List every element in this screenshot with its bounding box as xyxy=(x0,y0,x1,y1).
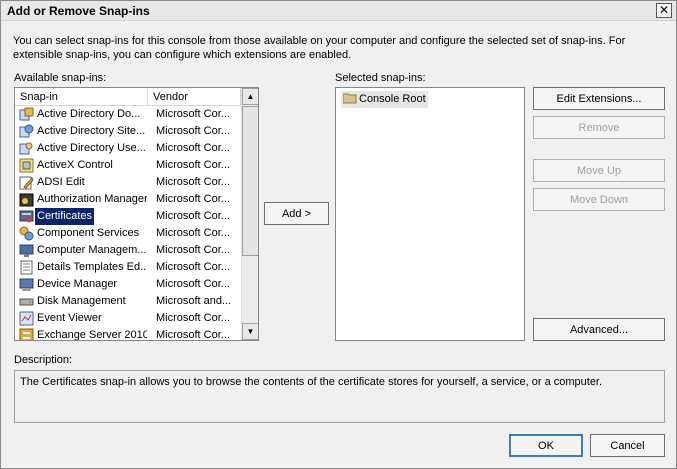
scroll-thumb[interactable] xyxy=(242,106,258,256)
snapin-name: Details Templates Ed... xyxy=(37,261,147,273)
remove-button[interactable]: Remove xyxy=(533,116,665,139)
snapin-vendor: Microsoft Cor... xyxy=(156,108,230,120)
list-header: Snap-in Vendor xyxy=(15,88,241,106)
snapin-vendor: Microsoft Cor... xyxy=(156,312,230,324)
snapin-vendor: Microsoft Cor... xyxy=(156,210,230,222)
snapin-name: Device Manager xyxy=(37,278,118,290)
snapin-name: Certificates xyxy=(35,208,95,225)
snapin-name: Authorization Manager xyxy=(37,193,147,205)
snapin-row[interactable]: ADSI Edit Microsoft Cor... xyxy=(15,174,241,191)
snapin-vendor: Microsoft Cor... xyxy=(156,193,230,205)
move-up-button[interactable]: Move Up xyxy=(533,159,665,182)
snapin-name: ADSI Edit xyxy=(37,176,85,188)
advanced-button[interactable]: Advanced... xyxy=(533,318,665,341)
arrow-down-icon: ▼ xyxy=(246,327,255,336)
ad-sites-icon xyxy=(19,124,34,138)
snapin-name: Component Services xyxy=(37,227,140,239)
available-snapins-label: Available snap-ins: xyxy=(14,72,107,84)
intro-text: You can select snap-ins for this console… xyxy=(13,35,626,61)
event-viewer-icon xyxy=(19,311,34,326)
snapin-dialog: Add or Remove Snap-ins ✕ You can select … xyxy=(0,0,677,469)
snapin-row[interactable]: Exchange Server 2010 Microsoft Cor... xyxy=(15,327,241,341)
snapin-vendor: Microsoft Cor... xyxy=(156,227,230,239)
snapin-row[interactable]: ActiveX Control Microsoft Cor... xyxy=(15,157,241,174)
snapin-name: Event Viewer xyxy=(37,312,102,324)
snapin-name: Active Directory Use... xyxy=(37,142,146,154)
snapin-row[interactable]: Details Templates Ed... Microsoft Cor... xyxy=(15,259,241,276)
description-box: The Certificates snap-in allows you to b… xyxy=(14,370,665,423)
folder-icon xyxy=(343,93,357,104)
activex-icon xyxy=(19,158,34,173)
adsi-edit-icon xyxy=(19,176,34,190)
snapin-name: Active Directory Do... xyxy=(37,108,141,120)
selected-item-console-root[interactable]: Console Root xyxy=(341,91,428,108)
device-manager-icon xyxy=(19,278,34,291)
snapin-row[interactable]: Device Manager Microsoft Cor... xyxy=(15,276,241,293)
disk-icon xyxy=(19,298,34,306)
snapin-vendor: Microsoft Cor... xyxy=(156,261,230,273)
snapin-row[interactable]: Disk Management Microsoft and... xyxy=(15,293,241,310)
close-button[interactable]: ✕ xyxy=(656,3,672,18)
snapin-row[interactable]: Computer Managem... Microsoft Cor... xyxy=(15,242,241,259)
snapin-name: Computer Managem... xyxy=(37,244,147,256)
snapin-rows: Active Directory Do... Microsoft Cor... Ac… xyxy=(15,106,241,341)
computer-management-icon xyxy=(19,244,34,257)
move-down-button[interactable]: Move Down xyxy=(533,188,665,211)
snapin-vendor: Microsoft and... xyxy=(156,295,232,307)
snapin-vendor: Microsoft Cor... xyxy=(156,244,230,256)
arrow-up-icon: ▲ xyxy=(246,92,255,101)
edit-extensions-button[interactable]: Edit Extensions... xyxy=(533,87,665,110)
add-button[interactable]: Add > xyxy=(264,202,329,225)
description-text: The Certificates snap-in allows you to b… xyxy=(20,376,603,388)
ad-users-icon xyxy=(19,142,33,155)
snapin-row[interactable]: Active Directory Use... Microsoft Cor... xyxy=(15,140,241,157)
scroll-down-button[interactable]: ▼ xyxy=(242,323,258,340)
column-header-snapin[interactable]: Snap-in xyxy=(15,88,148,106)
component-services-icon xyxy=(19,226,34,241)
snapin-row[interactable]: Authorization Manager Microsoft Cor... xyxy=(15,191,241,208)
snapin-vendor: Microsoft Cor... xyxy=(156,329,230,341)
certificate-icon xyxy=(19,210,34,223)
dialog-title: Add or Remove Snap-ins xyxy=(7,4,150,18)
templates-icon xyxy=(20,260,33,275)
title-bar[interactable]: Add or Remove Snap-ins ✕ xyxy=(1,1,676,21)
snapin-vendor: Microsoft Cor... xyxy=(156,278,230,290)
exchange-icon xyxy=(19,328,34,340)
column-header-vendor[interactable]: Vendor xyxy=(148,88,241,106)
snapin-name: Exchange Server 2010 xyxy=(37,329,147,341)
authorization-icon xyxy=(19,193,34,207)
selected-snapins-list[interactable]: Console Root xyxy=(335,87,525,341)
selected-snapins-label: Selected snap-ins: xyxy=(335,72,426,84)
snapin-row[interactable]: Certificates Microsoft Cor... xyxy=(15,208,241,225)
scroll-up-button[interactable]: ▲ xyxy=(242,88,258,105)
snapin-row[interactable]: Event Viewer Microsoft Cor... xyxy=(15,310,241,327)
snapin-row[interactable]: Active Directory Do... Microsoft Cor... xyxy=(15,106,241,123)
snapin-vendor: Microsoft Cor... xyxy=(156,125,230,137)
vertical-scrollbar[interactable]: ▲ ▼ xyxy=(241,88,258,340)
ok-button[interactable]: OK xyxy=(509,434,583,457)
snapin-name: ActiveX Control xyxy=(37,159,113,171)
snapin-row[interactable]: Active Directory Site... Microsoft Cor... xyxy=(15,123,241,140)
snapin-vendor: Microsoft Cor... xyxy=(156,142,230,154)
available-snapins-list[interactable]: Snap-in Vendor Active Directory Do... Mic… xyxy=(14,87,259,341)
selected-item-label: Console Root xyxy=(359,93,426,105)
snapin-name: Active Directory Site... xyxy=(37,125,146,137)
close-icon: ✕ xyxy=(658,3,670,17)
snapin-row[interactable]: Component Services Microsoft Cor... xyxy=(15,225,241,242)
snapin-name: Disk Management xyxy=(37,295,126,307)
cancel-button[interactable]: Cancel xyxy=(590,434,665,457)
description-label: Description: xyxy=(14,354,73,366)
snapin-vendor: Microsoft Cor... xyxy=(156,176,230,188)
ad-domains-icon xyxy=(19,107,34,121)
snapin-vendor: Microsoft Cor... xyxy=(156,159,230,171)
